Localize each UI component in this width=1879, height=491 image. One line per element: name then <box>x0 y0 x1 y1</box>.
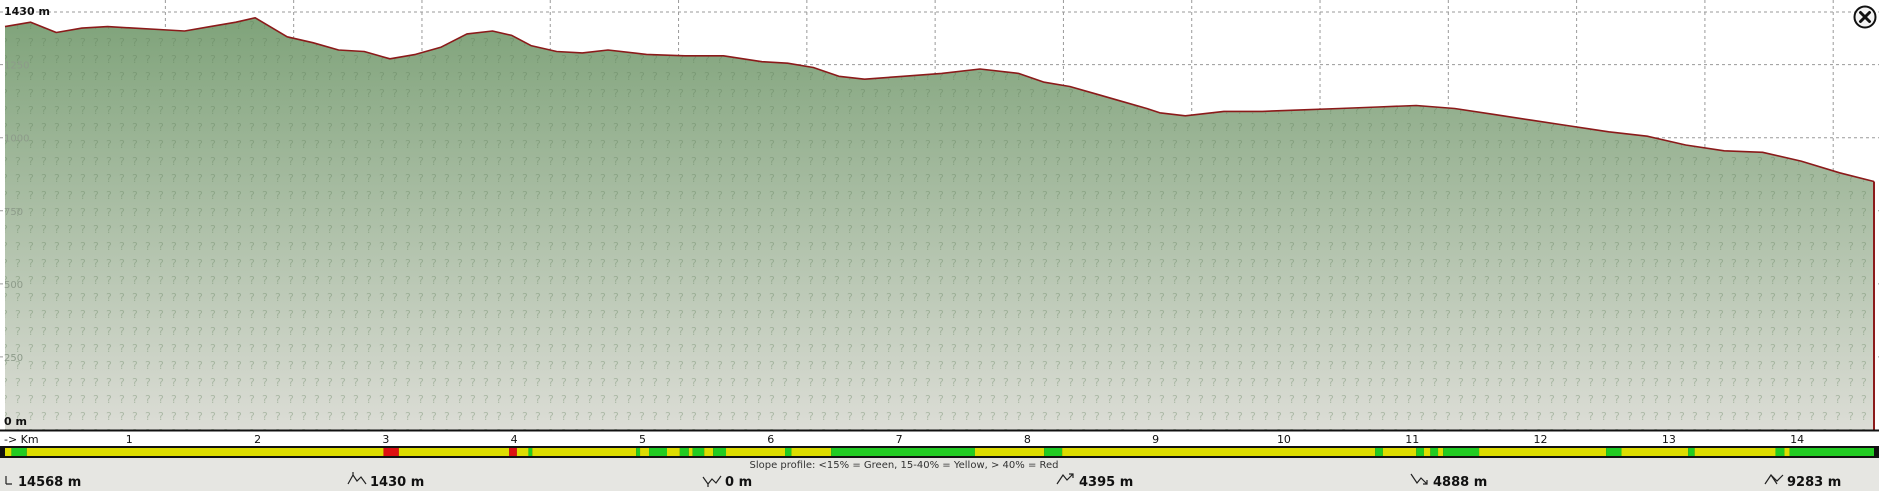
x-tick-label: 14 <box>1790 433 1804 446</box>
slope-segment-yellow <box>516 448 529 456</box>
slope-segment-green <box>1606 448 1622 456</box>
slope-segment-yellow <box>26 448 384 456</box>
x-axis: -> Km 1 2 3 4 5 6 7 8 9 10 11 12 13 14 <box>0 429 1879 447</box>
slope-segment-yellow <box>640 448 650 456</box>
slope-segment-yellow <box>1062 448 1376 456</box>
x-tick-label: 8 <box>1024 433 1031 446</box>
slope-segment-green <box>692 448 705 456</box>
slope-segment-green <box>636 448 641 456</box>
slope-segment-yellow <box>1621 448 1689 456</box>
slope-segment-yellow <box>704 448 714 456</box>
slope-segment-yellow <box>1694 448 1776 456</box>
slope-segment-green <box>1688 448 1695 456</box>
slope-segment-yellow <box>974 448 1045 456</box>
stat-distance: 14568 m <box>5 475 81 490</box>
max-elevation-icon <box>347 472 367 485</box>
elevation-change-icon <box>1764 473 1784 485</box>
x-tick-label: 2 <box>254 433 261 446</box>
x-tick-label: 9 <box>1152 433 1159 446</box>
slope-segment-green <box>1430 448 1439 456</box>
slope-segment-green <box>528 448 533 456</box>
slope-profile-bar <box>0 446 1879 458</box>
slope-segment-green <box>679 448 689 456</box>
slope-segment-yellow <box>532 448 637 456</box>
x-tick-label: 4 <box>511 433 518 446</box>
slope-segment-yellow <box>688 448 693 456</box>
ascent-icon <box>1056 473 1074 485</box>
slope-segment-red <box>383 448 399 456</box>
x-tick-label: 5 <box>639 433 646 446</box>
slope-segment-yellow <box>667 448 680 456</box>
elevation-profile-chart: ? 1430 m125010007505002500 m -> Km123456… <box>0 0 1879 490</box>
slope-segment-green <box>831 448 975 456</box>
x-tick-label: 11 <box>1405 433 1419 446</box>
stat-distance-value: 14568 m <box>18 475 81 490</box>
summary-stats: 14568 m 1430 m 0 m 4395 m 4888 m 9283 m <box>5 472 1841 490</box>
slope-segment-red <box>509 448 517 456</box>
y-tick-label: 750 <box>4 207 23 218</box>
slope-segment-green <box>785 448 792 456</box>
slope-segment-yellow <box>1784 448 1790 456</box>
x-tick-label: 13 <box>1662 433 1676 446</box>
min-elevation-icon <box>702 475 722 487</box>
y-tick-label: 1000 <box>4 134 29 145</box>
slope-segment-yellow <box>791 448 832 456</box>
stat-total-ascent: 4395 m <box>1056 473 1133 490</box>
stat-max-elevation-value: 1430 m <box>370 475 424 490</box>
stat-min-elevation-value: 0 m <box>725 475 752 490</box>
x-tick-label: 3 <box>382 433 389 446</box>
descent-icon <box>1410 473 1428 485</box>
stat-elevation-change-value: 9283 m <box>1787 475 1841 490</box>
slope-segment-green <box>1375 448 1383 456</box>
slope-segment-yellow <box>1479 448 1607 456</box>
slope-segment-green <box>713 448 727 456</box>
stat-min-elevation: 0 m <box>702 475 752 490</box>
stat-total-ascent-value: 4395 m <box>1079 475 1133 490</box>
x-tick-label: 12 <box>1534 433 1548 446</box>
y-tick-label: 0 m <box>4 415 27 428</box>
slope-segment-green <box>1416 448 1424 456</box>
slope-segment-green <box>1044 448 1063 456</box>
y-tick-label: 1250 <box>4 61 29 72</box>
slope-segment-green <box>1775 448 1785 456</box>
slope-segment-green <box>1789 448 1874 456</box>
slope-segment-yellow <box>1382 448 1417 456</box>
stat-elevation-change: 9283 m <box>1764 473 1841 490</box>
x-tick-label: 1 <box>126 433 133 446</box>
x-tick-label: 7 <box>896 433 903 446</box>
distance-icon <box>5 476 12 485</box>
slope-segment-yellow <box>5 448 12 456</box>
x-tick-label: 6 <box>767 433 774 446</box>
y-tick-label: 1430 m <box>4 5 50 18</box>
slope-segment-yellow <box>726 448 786 456</box>
x-axis-band <box>0 430 1879 447</box>
slope-segment-green <box>1443 448 1480 456</box>
x-tick-label: 10 <box>1277 433 1291 446</box>
stat-max-elevation: 1430 m <box>347 472 424 490</box>
stat-total-descent: 4888 m <box>1410 473 1487 490</box>
slope-segment-yellow <box>1438 448 1444 456</box>
slope-segment-yellow <box>1423 448 1431 456</box>
slope-segment-green <box>11 448 27 456</box>
y-tick-label: 500 <box>4 280 23 291</box>
slope-segment-yellow <box>398 448 510 456</box>
x-axis-unit-label: -> Km <box>4 433 39 446</box>
close-button[interactable] <box>1853 5 1877 29</box>
y-tick-label: 250 <box>4 353 23 364</box>
slope-profile-legend: Slope profile: <15% = Green, 15-40% = Ye… <box>750 460 1059 471</box>
slope-segment-green <box>649 448 668 456</box>
stat-total-descent-value: 4888 m <box>1433 475 1487 490</box>
